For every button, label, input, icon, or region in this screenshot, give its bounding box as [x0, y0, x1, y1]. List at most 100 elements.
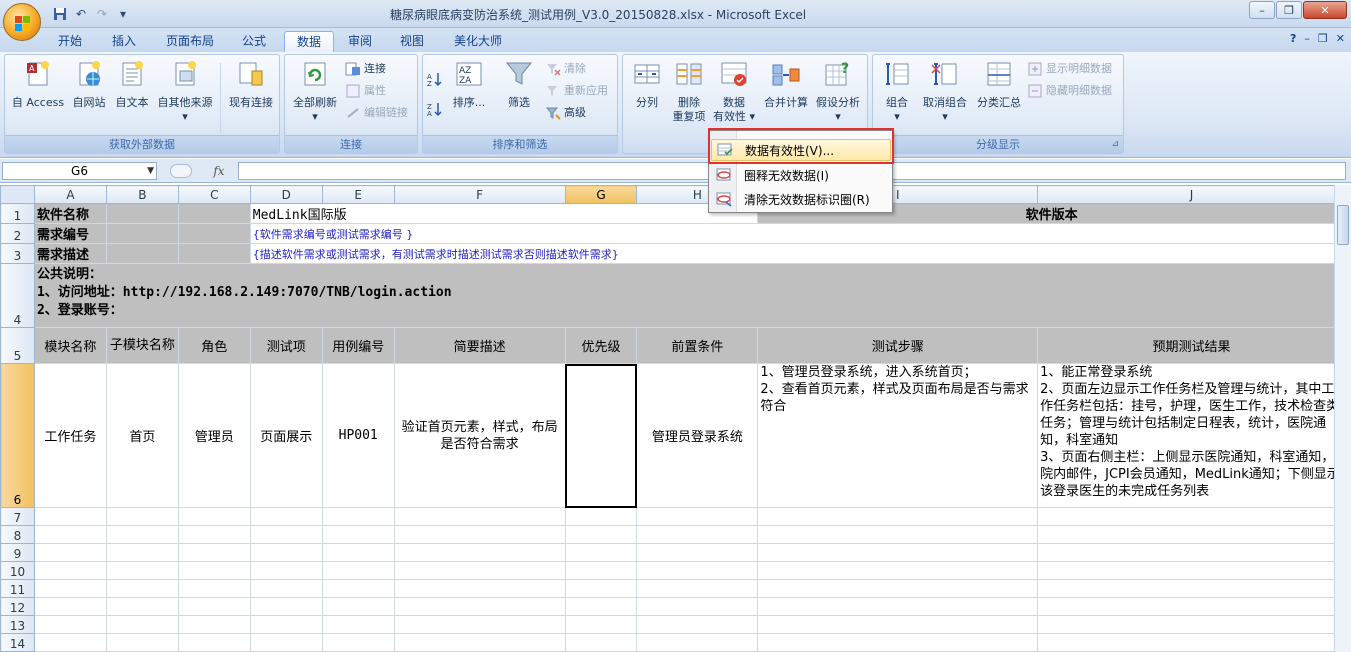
cell-b2[interactable]: [105, 223, 179, 244]
empty-cell[interactable]: [636, 561, 759, 580]
header-precondition[interactable]: 前置条件: [636, 327, 759, 364]
tab-home[interactable]: 开始: [46, 31, 94, 52]
cell-c3[interactable]: [177, 243, 251, 264]
ungroup-button[interactable]: 取消组合 ▾: [917, 59, 973, 124]
cell-a2[interactable]: 需求编号: [33, 223, 107, 244]
empty-cell[interactable]: [105, 615, 179, 634]
row-header-4[interactable]: 4: [0, 263, 35, 328]
empty-cell[interactable]: [1037, 543, 1346, 562]
empty-cell[interactable]: [249, 507, 323, 526]
column-header-c[interactable]: C: [177, 185, 251, 204]
empty-cell[interactable]: [33, 579, 107, 598]
properties-button[interactable]: 属性: [345, 81, 386, 101]
empty-cell[interactable]: [564, 597, 638, 616]
empty-cell[interactable]: [757, 615, 1039, 634]
clear-button[interactable]: 清除: [545, 59, 586, 79]
empty-cell[interactable]: [757, 543, 1039, 562]
restore-button[interactable]: ❐: [1276, 1, 1302, 19]
group-button[interactable]: 组合 ▾: [877, 59, 917, 124]
refresh-all-button[interactable]: 全部刷新 ▾: [287, 59, 343, 124]
empty-cell[interactable]: [757, 561, 1039, 580]
advanced-filter-button[interactable]: 高级: [545, 103, 586, 123]
empty-cell[interactable]: [33, 507, 107, 526]
empty-cell[interactable]: [249, 615, 323, 634]
row-header-7[interactable]: 7: [0, 507, 35, 526]
tab-page-layout[interactable]: 页面布局: [154, 31, 226, 52]
row-header-13[interactable]: 13: [0, 615, 35, 634]
chevron-down-icon[interactable]: ▼: [147, 163, 154, 179]
empty-cell[interactable]: [321, 561, 395, 580]
empty-cell[interactable]: [636, 597, 759, 616]
empty-cell[interactable]: [249, 525, 323, 544]
empty-cell[interactable]: [249, 633, 323, 652]
column-header-b[interactable]: B: [105, 185, 179, 204]
row-header-11[interactable]: 11: [0, 579, 35, 598]
cell-i6[interactable]: 1、管理员登录系统，进入系统首页； 2、查看首页元素，样式及页面布局是否与需求符…: [757, 363, 1039, 508]
header-steps[interactable]: 测试步骤: [757, 327, 1039, 364]
what-if-analysis-button[interactable]: ? 假设分析 ▾: [811, 59, 865, 124]
empty-cell[interactable]: [177, 615, 251, 634]
cell-d1[interactable]: MedLink国际版: [249, 203, 759, 224]
empty-cell[interactable]: [177, 543, 251, 562]
customize-qat-icon[interactable]: ▾: [114, 5, 132, 23]
empty-cell[interactable]: [249, 579, 323, 598]
sort-ascending-button[interactable]: AZ: [427, 69, 443, 89]
formula-zoom-icon[interactable]: [170, 164, 193, 178]
tab-data[interactable]: 数据: [284, 31, 335, 52]
cell-j6[interactable]: 1、能正常登录系统 2、页面左边显示工作任务栏及管理与统计，其中工作任务栏包括：…: [1037, 363, 1346, 508]
empty-cell[interactable]: [564, 543, 638, 562]
header-description[interactable]: 简要描述: [393, 327, 566, 364]
empty-cell[interactable]: [1037, 615, 1346, 634]
empty-cell[interactable]: [105, 597, 179, 616]
cell-a3[interactable]: 需求描述: [33, 243, 107, 264]
header-role[interactable]: 角色: [177, 327, 251, 364]
cell-a6[interactable]: 工作任务: [33, 363, 107, 508]
column-header-a[interactable]: A: [33, 185, 107, 204]
cell-c1[interactable]: [177, 203, 251, 224]
empty-cell[interactable]: [105, 633, 179, 652]
header-submodule[interactable]: 子模块名称: [105, 327, 179, 364]
cell-d6[interactable]: 页面展示: [249, 363, 323, 508]
empty-cell[interactable]: [564, 525, 638, 544]
existing-connections-button[interactable]: 现有连接: [223, 59, 279, 110]
column-header-f[interactable]: F: [393, 185, 566, 204]
empty-cell[interactable]: [321, 597, 395, 616]
row-header-12[interactable]: 12: [0, 597, 35, 616]
hide-detail-button[interactable]: 隐藏明细数据: [1027, 81, 1112, 101]
data-validation-button[interactable]: 数据 有效性 ▾: [711, 59, 757, 124]
subtotal-button[interactable]: 分类汇总: [973, 59, 1025, 110]
row-header-8[interactable]: 8: [0, 525, 35, 544]
cell-d2[interactable]: {软件需求编号或测试需求编号 }: [249, 223, 1351, 244]
row-header-10[interactable]: 10: [0, 561, 35, 580]
header-module[interactable]: 模块名称: [33, 327, 107, 364]
empty-cell[interactable]: [321, 615, 395, 634]
empty-cell[interactable]: [177, 579, 251, 598]
vertical-scrollbar[interactable]: [1334, 185, 1351, 652]
empty-cell[interactable]: [393, 525, 566, 544]
tab-view[interactable]: 视图: [388, 31, 436, 52]
reapply-button[interactable]: 重新应用: [545, 81, 608, 101]
empty-cell[interactable]: [636, 633, 759, 652]
empty-cell[interactable]: [564, 579, 638, 598]
scrollbar-thumb[interactable]: [1337, 205, 1349, 245]
empty-cell[interactable]: [636, 579, 759, 598]
cell-b3[interactable]: [105, 243, 179, 264]
save-icon[interactable]: [51, 5, 69, 23]
minimize-button[interactable]: –: [1249, 1, 1275, 19]
empty-cell[interactable]: [33, 615, 107, 634]
empty-cell[interactable]: [1037, 507, 1346, 526]
empty-cell[interactable]: [321, 525, 395, 544]
from-other-sources-button[interactable]: 自其他来源 ▾: [153, 59, 217, 124]
row-header-6[interactable]: 6: [0, 363, 35, 508]
tab-beautify-master[interactable]: 美化大师: [442, 31, 514, 52]
header-case-id[interactable]: 用例编号: [321, 327, 395, 364]
empty-cell[interactable]: [1037, 597, 1346, 616]
empty-cell[interactable]: [393, 633, 566, 652]
empty-cell[interactable]: [393, 507, 566, 526]
empty-cell[interactable]: [393, 579, 566, 598]
from-web-button[interactable]: 自网站: [67, 59, 111, 110]
connections-button[interactable]: 连接: [345, 59, 386, 79]
sort-descending-button[interactable]: ZA: [427, 99, 443, 119]
column-header-g[interactable]: G: [564, 185, 638, 204]
empty-cell[interactable]: [1037, 579, 1346, 598]
